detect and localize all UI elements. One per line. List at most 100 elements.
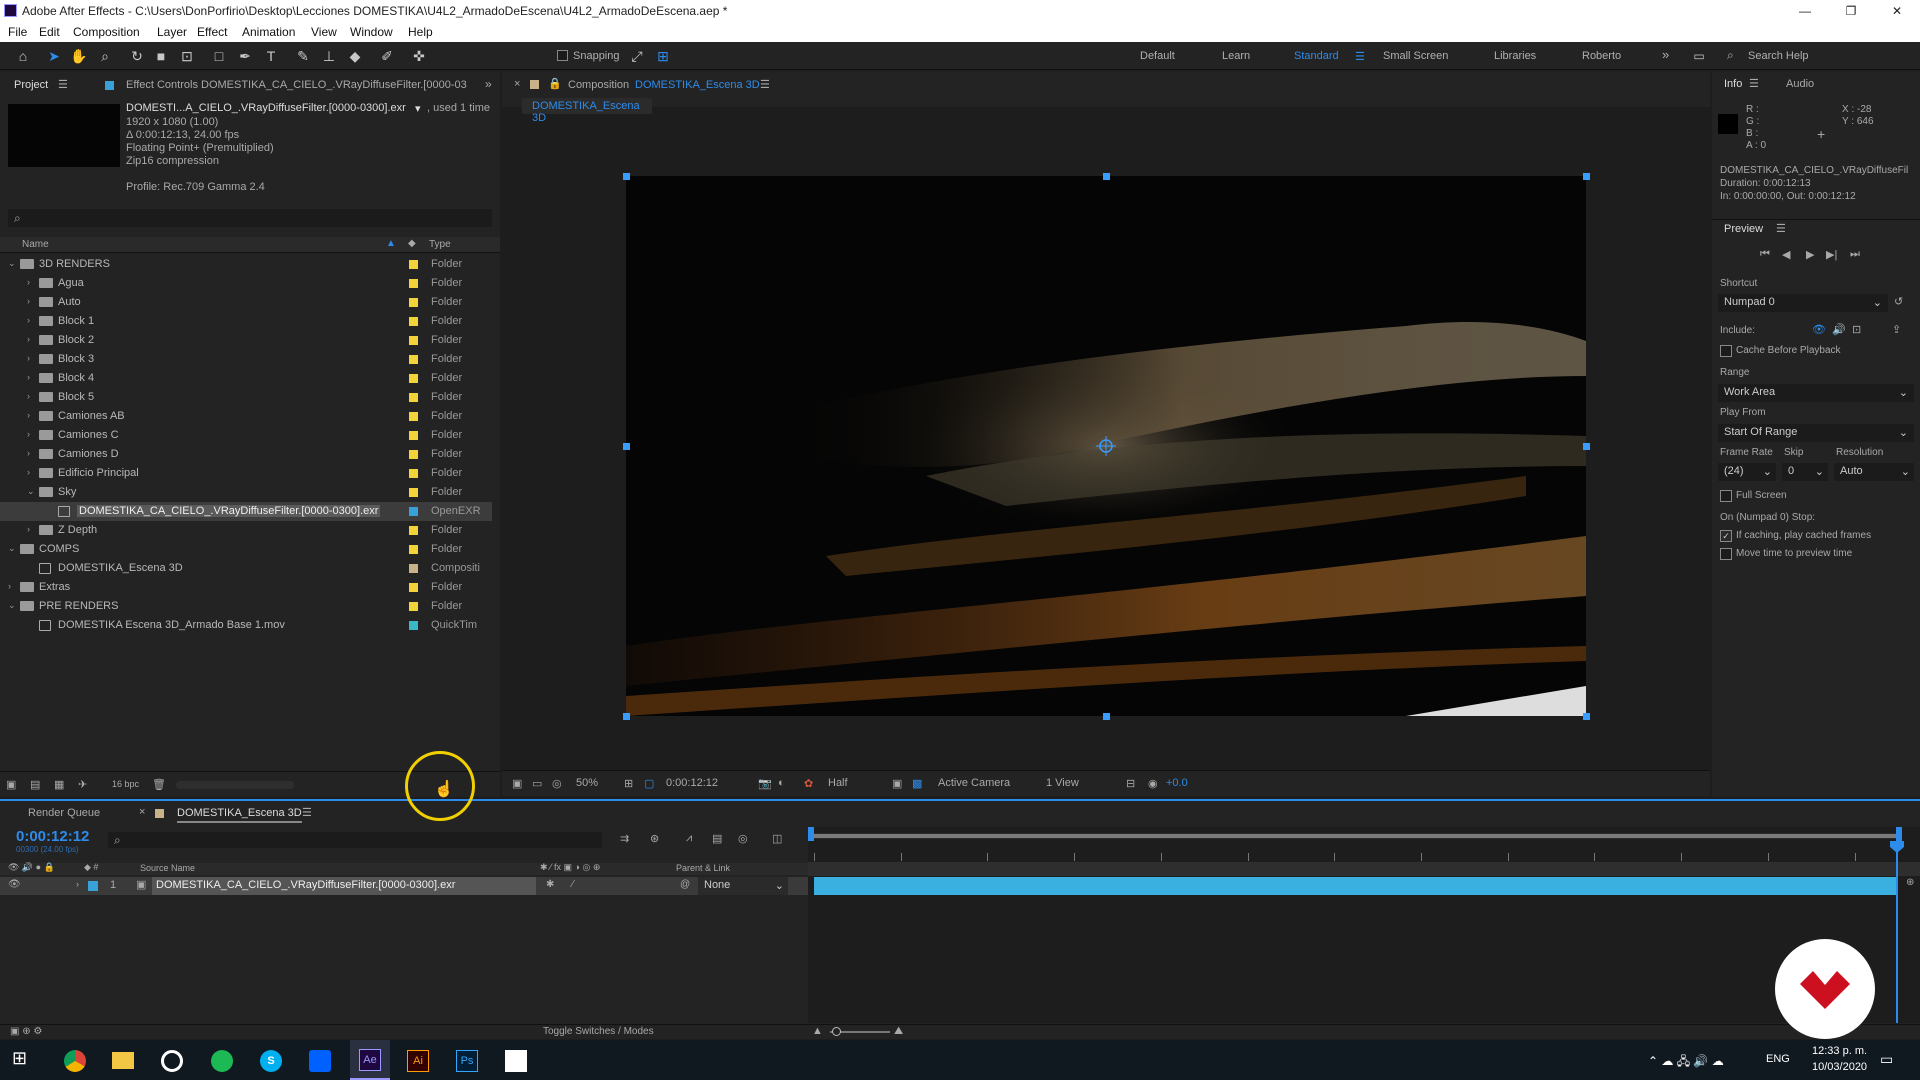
label-color-icon[interactable] [409, 298, 418, 307]
project-folder-item[interactable]: ⌄ Sky Folder [0, 483, 492, 502]
panel-overflow-icon[interactable]: » [485, 77, 492, 97]
transform-handle[interactable] [1103, 713, 1110, 720]
toggle-pixel-icon[interactable]: ⊟ [1126, 777, 1135, 790]
notifications-icon[interactable]: ▭ [1880, 1051, 1893, 1068]
play-icon[interactable]: ▶ [1806, 248, 1814, 261]
illustrator-icon[interactable]: Ai [407, 1050, 429, 1072]
workspace-learn[interactable]: Learn [1222, 50, 1250, 62]
transparency-grid-icon[interactable]: ▩ [912, 777, 922, 790]
always-preview-icon[interactable]: ▣ [512, 777, 522, 790]
label-color-icon[interactable] [409, 374, 418, 383]
rectangle-tool-icon[interactable]: □ [210, 47, 228, 65]
label-color-icon[interactable] [409, 488, 418, 497]
workspace-menu-icon[interactable]: ☰ [1355, 50, 1365, 63]
roto-brush-tool-icon[interactable]: ✐ [378, 47, 396, 65]
menu-view[interactable]: View [311, 25, 337, 39]
obs-icon[interactable] [161, 1050, 183, 1072]
expand-arrow-icon[interactable]: › [76, 879, 79, 889]
pen-tool-icon[interactable]: ✒ [236, 47, 254, 65]
region-of-interest-icon[interactable]: ▣ [892, 777, 902, 790]
tab-audio[interactable]: Audio [1786, 78, 1814, 90]
interpret-footage-icon[interactable]: ▣ [6, 778, 16, 791]
work-area-end-handle[interactable] [1896, 827, 1902, 841]
play-from-dropdown[interactable]: Start Of Range ⌄ [1718, 424, 1914, 442]
composition-tab-name[interactable]: DOMESTIKA_Escena 3D [635, 79, 760, 91]
project-folder-item[interactable]: › Edificio Principal Folder [0, 464, 492, 483]
cache-checkbox[interactable] [1720, 345, 1732, 357]
label-column-icon[interactable]: ◆ [408, 238, 416, 249]
expand-arrow-icon[interactable]: › [27, 524, 30, 534]
project-folder-item[interactable]: › Agua Folder [0, 274, 492, 293]
snapshot-icon[interactable]: 📷 [758, 777, 772, 790]
resolution-grid-icon[interactable]: ⊞ [624, 777, 633, 790]
project-search-input[interactable]: ⌕ [8, 209, 492, 227]
eraser-tool-icon[interactable]: ◆ [346, 47, 364, 65]
dropdown-arrow-icon[interactable]: ▾ [415, 102, 421, 115]
label-color-icon[interactable] [409, 279, 418, 288]
project-folder-item[interactable]: ⌄ COMPS Folder [0, 540, 492, 559]
project-folder-item[interactable]: › Block 5 Folder [0, 388, 492, 407]
snapping-checkbox[interactable] [557, 50, 568, 61]
mask-icon[interactable]: ◎ [552, 777, 562, 790]
project-folder-item[interactable]: › Z Depth Folder [0, 521, 492, 540]
layer-name-field[interactable]: DOMESTIKA_CA_CIELO_.VRayDiffuseFilter.[0… [152, 877, 536, 895]
comp-navigator-tab[interactable]: DOMESTIKA_Escena 3D [522, 98, 652, 124]
label-color-icon[interactable] [409, 526, 418, 535]
label-color-icon[interactable] [409, 469, 418, 478]
menu-effect[interactable]: Effect [197, 25, 227, 39]
collapse-switch-icon[interactable]: ✱ [546, 879, 554, 890]
rotate-tool-icon[interactable]: ↻ [128, 47, 146, 65]
project-file-item[interactable]: DOMESTIKA_Escena 3D Compositi [0, 559, 492, 578]
label-color-icon[interactable] [409, 355, 418, 364]
label-color-icon[interactable] [409, 545, 418, 554]
transform-handle[interactable] [623, 443, 630, 450]
resolution-dropdown[interactable]: Half [828, 777, 848, 789]
bit-depth[interactable]: 16 bpc [112, 779, 139, 789]
chrome-icon[interactable] [64, 1050, 86, 1072]
file-explorer-icon[interactable] [112, 1052, 134, 1069]
move-time-checkbox[interactable] [1720, 548, 1732, 560]
playhead-handle[interactable] [1890, 841, 1904, 853]
expand-arrow-icon[interactable]: › [27, 467, 30, 477]
after-effects-taskbar-button[interactable]: Ae [350, 1040, 390, 1080]
minimize-button[interactable]: — [1790, 2, 1820, 20]
parent-dropdown[interactable]: None ⌄ [698, 877, 788, 895]
composition-tab-label[interactable]: Composition [568, 79, 629, 91]
menu-composition[interactable]: Composition [73, 25, 140, 39]
label-color-icon[interactable] [409, 583, 418, 592]
pickwhip-icon[interactable]: @ [680, 879, 690, 890]
collapse-arrow-icon[interactable]: ⌄ [8, 258, 16, 269]
zoom-in-icon[interactable]: ⛰ [894, 1025, 903, 1038]
zoom-tool-icon[interactable]: ⌕ [96, 47, 114, 65]
tab-effect-controls[interactable]: Effect Controls DOMESTIKA_CA_CIELO_.VRay… [126, 79, 467, 99]
transform-handle[interactable] [623, 173, 630, 180]
maximize-button[interactable]: ❐ [1836, 2, 1866, 20]
clock-date[interactable]: 10/03/2020 [1812, 1061, 1867, 1073]
project-folder-item[interactable]: › Extras Folder [0, 578, 492, 597]
label-color-icon[interactable] [409, 450, 418, 459]
expand-arrow-icon[interactable]: › [27, 410, 30, 420]
motion-blur-icon[interactable]: ◎ [738, 832, 748, 845]
project-folder-item[interactable]: › Block 1 Folder [0, 312, 492, 331]
tray-icons[interactable]: ⌃ ☁ 🖧 🔊 ☁ [1648, 1052, 1724, 1073]
more-workspaces-icon[interactable]: » [1662, 47, 1669, 62]
tab-render-queue[interactable]: Render Queue [28, 807, 100, 819]
current-time[interactable]: 0:00:12:12 [666, 777, 718, 789]
last-frame-icon[interactable]: ⏭ [1850, 248, 1860, 261]
expand-arrow-icon[interactable]: › [27, 448, 30, 458]
previous-frame-icon[interactable]: ◀ [1782, 248, 1790, 261]
tab-info[interactable]: Info [1724, 78, 1742, 90]
clone-stamp-tool-icon[interactable]: ⊥ [320, 47, 338, 65]
transform-handle[interactable] [1103, 173, 1110, 180]
layer-row[interactable]: 👁 › 1 ▣ DOMESTIKA_CA_CIELO_.VRayDiffuseF… [0, 877, 808, 895]
zoom-dropdown[interactable]: 50% [576, 777, 598, 789]
collapse-arrow-icon[interactable]: ⌄ [27, 486, 35, 497]
comp-flowchart-icon[interactable]: ⇉ [620, 832, 629, 845]
menu-file[interactable]: File [8, 25, 27, 39]
transform-handle[interactable] [1583, 443, 1590, 450]
zoom-slider-handle[interactable] [832, 1027, 841, 1036]
column-name[interactable]: Name [22, 239, 49, 250]
collapse-arrow-icon[interactable]: ⌄ [8, 600, 16, 611]
frame-blending-icon[interactable]: ▤ [712, 832, 722, 845]
panel-menu-icon[interactable]: ☰ [1749, 77, 1759, 90]
